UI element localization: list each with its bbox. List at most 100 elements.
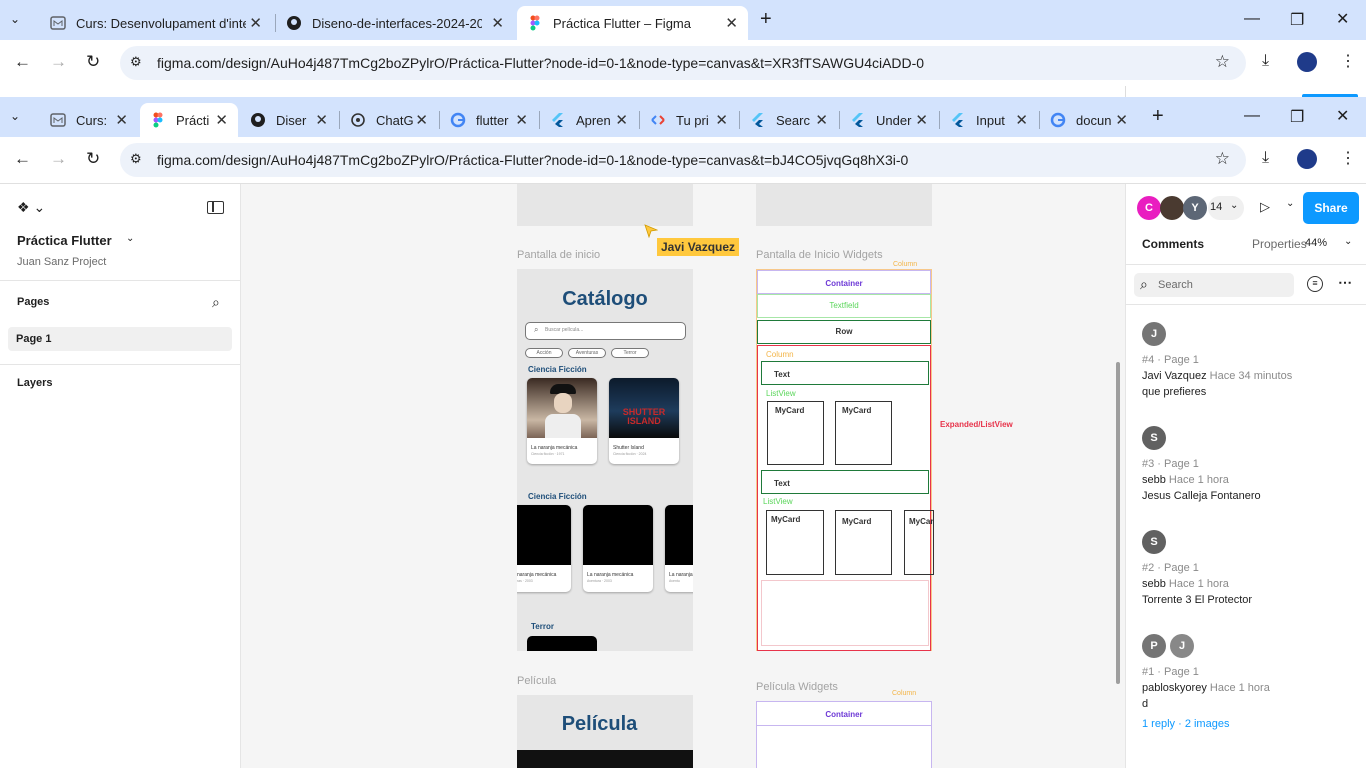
inner-address-bar[interactable]: ⚙ figma.com/design/AuHo4j487TmCg2boZPylr… xyxy=(120,143,1246,177)
inner-tab-11[interactable]: docun ✕ xyxy=(1040,103,1138,137)
filter-icon[interactable]: ≡ xyxy=(1307,276,1323,292)
comment-search-input[interactable]: ⌕ Search xyxy=(1134,273,1294,297)
back-icon[interactable]: ← xyxy=(14,149,31,169)
close-icon[interactable]: ✕ xyxy=(815,111,828,129)
reload-icon[interactable]: ↻ xyxy=(86,149,100,169)
close-icon[interactable]: ✕ xyxy=(249,14,262,32)
reply-link[interactable]: 1 reply xyxy=(1142,718,1175,730)
close-icon[interactable]: ✕ xyxy=(115,111,128,129)
inner-tab-6[interactable]: Apren ✕ xyxy=(540,103,638,137)
play-icon[interactable]: ▷ xyxy=(1260,199,1270,215)
close-icon[interactable]: ✕ xyxy=(215,111,228,129)
panel-toggle-icon[interactable] xyxy=(207,201,224,214)
profile-icon[interactable] xyxy=(1297,149,1317,169)
tab-search-button[interactable]: ⌄ xyxy=(10,12,20,26)
images-link[interactable]: 2 images xyxy=(1185,718,1230,730)
close-icon[interactable]: ✕ xyxy=(515,111,528,129)
more-options-icon[interactable]: ⋯ xyxy=(1338,274,1352,291)
comment-thread-4[interactable]: J #4 · Page 1 Javi Vazquez Hace 34 minut… xyxy=(1142,322,1352,398)
commenter-avatar: J xyxy=(1170,634,1194,658)
chevron-down-icon[interactable]: ⌄ xyxy=(1286,198,1294,209)
chevron-down-icon[interactable]: ⌄ xyxy=(126,233,134,244)
viewer-count-button[interactable]: 14 ⌄ xyxy=(1208,196,1244,220)
site-settings-icon[interactable]: ⚙ xyxy=(130,151,142,167)
frame-label-pelicula[interactable]: Película xyxy=(517,675,556,687)
frame-top-left[interactable] xyxy=(517,184,693,226)
forward-icon[interactable]: → xyxy=(50,52,67,72)
page-item-1[interactable]: Page 1 xyxy=(8,327,232,351)
close-icon[interactable]: ✕ xyxy=(1115,111,1128,129)
minimize-button[interactable]: — xyxy=(1244,10,1260,28)
collaborator-avatar[interactable]: Y xyxy=(1183,196,1207,220)
frame-label-home-widgets[interactable]: Pantalla de Inicio Widgets xyxy=(756,249,883,261)
bookmark-star-icon[interactable]: ☆ xyxy=(1215,149,1230,169)
chevron-down-icon[interactable]: ⌄ xyxy=(1344,236,1352,247)
close-icon[interactable]: ✕ xyxy=(915,111,928,129)
close-icon[interactable]: ✕ xyxy=(715,111,728,129)
card-subtitle: Ciencia ficción · 2024 xyxy=(613,452,647,456)
outer-address-bar[interactable]: ⚙ figma.com/design/AuHo4j487TmCg2boZPylr… xyxy=(120,46,1246,80)
inner-tab-10[interactable]: Input ✕ xyxy=(940,103,1038,137)
poster-title: SHUTTER ISLAND xyxy=(622,407,666,426)
bookmark-star-icon[interactable]: ☆ xyxy=(1215,52,1230,72)
restore-button[interactable]: ❐ xyxy=(1290,107,1304,127)
frame-home-widgets[interactable]: Column Container Textfield Row Column Te… xyxy=(756,261,934,651)
inner-url: figma.com/design/AuHo4j487TmCg2boZPylrO/… xyxy=(157,152,909,168)
close-icon[interactable]: ✕ xyxy=(615,111,628,129)
back-icon[interactable]: ← xyxy=(14,52,31,72)
frame-home[interactable]: Catálogo ⌕ Buscar película... Acción Ave… xyxy=(517,269,693,651)
inner-tab-7[interactable]: Tu pri ✕ xyxy=(640,103,738,137)
frame-label-home[interactable]: Pantalla de inicio xyxy=(517,249,600,261)
window-close-button[interactable]: ✕ xyxy=(1336,9,1349,29)
inner-tab-1[interactable]: Curs: ✕ xyxy=(40,103,138,137)
new-tab-button[interactable]: + xyxy=(760,8,772,31)
frame-label-pelicula-widgets[interactable]: Película Widgets xyxy=(756,681,838,693)
comment-thread-3[interactable]: S #3 · Page 1 sebb Hace 1 hora Jesus Cal… xyxy=(1142,426,1352,502)
tab-properties[interactable]: Properties xyxy=(1252,237,1307,251)
close-icon[interactable]: ✕ xyxy=(315,111,328,129)
inner-tab-5[interactable]: flutter ✕ xyxy=(440,103,538,137)
profile-icon[interactable] xyxy=(1297,52,1317,72)
figma-canvas[interactable]: Javi Vazquez Pantalla de inicio Pantalla… xyxy=(241,184,1125,768)
close-icon[interactable]: ✕ xyxy=(491,14,504,32)
comment-thread-2[interactable]: S #2 · Page 1 sebb Hace 1 hora Torrente … xyxy=(1142,530,1352,606)
inner-tab-9[interactable]: Under ✕ xyxy=(840,103,938,137)
close-icon[interactable]: ✕ xyxy=(725,14,738,32)
reload-icon[interactable]: ↻ xyxy=(86,52,100,72)
minimize-button[interactable]: — xyxy=(1244,107,1260,125)
frame-top-right[interactable] xyxy=(756,184,932,226)
inner-tab-8[interactable]: Searc ✕ xyxy=(740,103,838,137)
share-button[interactable]: Share xyxy=(1303,192,1359,224)
canvas-scrollbar[interactable] xyxy=(1116,362,1120,684)
outer-tab-1[interactable]: Curs: Desenvolupament d'interf ✕ xyxy=(40,6,272,40)
site-settings-icon[interactable]: ⚙ xyxy=(130,54,142,70)
download-icon[interactable]: ⤓ xyxy=(1262,149,1269,167)
inner-tab-4[interactable]: ChatG ✕ xyxy=(340,103,438,137)
tab-comments[interactable]: Comments xyxy=(1142,237,1204,251)
frame-pelicula-widgets[interactable]: Container xyxy=(756,701,932,768)
collaborator-avatar[interactable]: C xyxy=(1137,196,1161,220)
inner-tab-2[interactable]: Prácti ✕ xyxy=(140,103,238,137)
menu-icon[interactable]: ⋮ xyxy=(1340,148,1356,168)
zoom-level[interactable]: 44% xyxy=(1305,237,1327,249)
close-icon[interactable]: ✕ xyxy=(1015,111,1028,129)
window-close-button[interactable]: ✕ xyxy=(1336,106,1349,126)
search-icon[interactable]: ⌕ xyxy=(212,294,220,311)
file-name[interactable]: Práctica Flutter xyxy=(17,233,112,248)
forward-icon[interactable]: → xyxy=(50,149,67,169)
menu-icon[interactable]: ⋮ xyxy=(1340,51,1356,71)
inner-tab-3[interactable]: Diser ✕ xyxy=(240,103,338,137)
restore-button[interactable]: ❐ xyxy=(1290,10,1304,30)
collaborator-avatar[interactable] xyxy=(1160,196,1184,220)
frame-pelicula[interactable]: Película xyxy=(517,695,693,768)
figma-menu-icon[interactable]: ❖ ⌄ xyxy=(17,199,45,216)
inner-tab-label: Diser xyxy=(276,112,307,128)
comment-thread-1[interactable]: P J #1 · Page 1 pabloskyorey Hace 1 hora… xyxy=(1142,634,1352,730)
outer-tab-3[interactable]: Práctica Flutter – Figma ✕ xyxy=(517,6,748,40)
close-icon[interactable]: ✕ xyxy=(415,111,428,129)
download-icon[interactable]: ⤓ xyxy=(1262,52,1269,70)
new-tab-button[interactable]: + xyxy=(1152,105,1164,128)
tab-search-button[interactable]: ⌄ xyxy=(10,109,20,123)
outer-tab-2[interactable]: Diseno-de-interfaces-2024-202 ✕ xyxy=(278,6,514,40)
layers-heading: Layers xyxy=(17,377,53,389)
